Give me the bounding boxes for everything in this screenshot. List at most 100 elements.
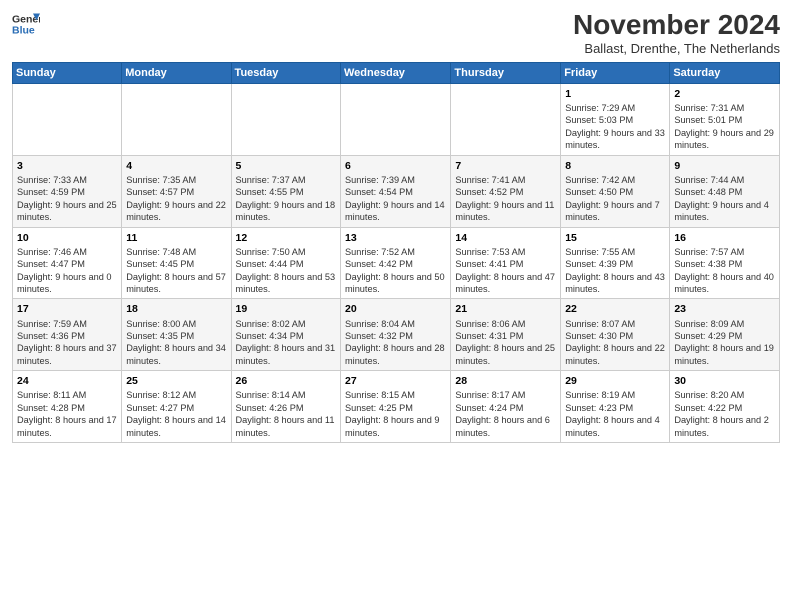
calendar-cell-3-6: 23 Sunrise: 8:09 AMSunset: 4:29 PMDayligh… bbox=[670, 299, 780, 371]
day-info: Sunrise: 7:55 AMSunset: 4:39 PMDaylight:… bbox=[565, 246, 665, 296]
logo: General Blue bbox=[12, 10, 40, 38]
calendar-cell-4-1: 25Sunrise: 8:12 AMSunset: 4:27 PMDayligh… bbox=[122, 371, 231, 443]
day-info: Sunrise: 8:06 AMSunset: 4:31 PMDaylight:… bbox=[455, 318, 556, 368]
calendar-cell-4-2: 26Sunrise: 8:14 AMSunset: 4:26 PMDayligh… bbox=[231, 371, 340, 443]
day-number: 29 bbox=[565, 374, 665, 388]
day-number: 4 bbox=[126, 159, 226, 173]
calendar-cell-3-0: 17 Sunrise: 7:59 AMSunset: 4:36 PMDayligh… bbox=[13, 299, 122, 371]
logo-icon: General Blue bbox=[12, 10, 40, 38]
day-info: Sunrise: 8:00 AMSunset: 4:35 PMDaylight:… bbox=[126, 318, 226, 368]
day-info: Sunrise: 7:59 AMSunset: 4:36 PMDaylight:… bbox=[17, 318, 117, 368]
header-thursday: Thursday bbox=[451, 62, 561, 83]
day-info: Sunrise: 7:50 AMSunset: 4:44 PMDaylight:… bbox=[236, 246, 336, 296]
day-info: Sunrise: 7:41 AMSunset: 4:52 PMDaylight:… bbox=[455, 174, 556, 224]
page: General Blue November 2024 Ballast, Dren… bbox=[0, 0, 792, 612]
calendar-cell-1-2: 5Sunrise: 7:37 AMSunset: 4:55 PMDaylight… bbox=[231, 155, 340, 227]
day-info: Sunrise: 7:53 AMSunset: 4:41 PMDaylight:… bbox=[455, 246, 556, 296]
week-row-1: 1Sunrise: 7:29 AMSunset: 5:03 PMDaylight… bbox=[13, 83, 780, 155]
day-info: Sunrise: 8:02 AMSunset: 4:34 PMDaylight:… bbox=[236, 318, 336, 368]
calendar-cell-3-5: 22Sunrise: 8:07 AMSunset: 4:30 PMDayligh… bbox=[561, 299, 670, 371]
header-monday: Monday bbox=[122, 62, 231, 83]
calendar-cell-2-5: 15Sunrise: 7:55 AMSunset: 4:39 PMDayligh… bbox=[561, 227, 670, 299]
calendar-cell-2-0: 10Sunrise: 7:46 AMSunset: 4:47 PMDayligh… bbox=[13, 227, 122, 299]
day-number: 15 bbox=[565, 231, 665, 245]
day-number: 7 bbox=[455, 159, 556, 173]
calendar-cell-1-5: 8Sunrise: 7:42 AMSunset: 4:50 PMDaylight… bbox=[561, 155, 670, 227]
calendar-cell-0-3 bbox=[341, 83, 451, 155]
day-info: Sunrise: 8:15 AMSunset: 4:25 PMDaylight:… bbox=[345, 389, 446, 439]
week-row-4: 17 Sunrise: 7:59 AMSunset: 4:36 PMDayligh… bbox=[13, 299, 780, 371]
header: General Blue November 2024 Ballast, Dren… bbox=[12, 10, 780, 56]
calendar-cell-4-5: 29Sunrise: 8:19 AMSunset: 4:23 PMDayligh… bbox=[561, 371, 670, 443]
header-saturday: Saturday bbox=[670, 62, 780, 83]
day-info: Sunrise: 8:20 AMSunset: 4:22 PMDaylight:… bbox=[674, 389, 775, 439]
calendar-cell-0-4 bbox=[451, 83, 561, 155]
day-number: 5 bbox=[236, 159, 336, 173]
day-number: 27 bbox=[345, 374, 446, 388]
day-number: 26 bbox=[236, 374, 336, 388]
location-title: Ballast, Drenthe, The Netherlands bbox=[573, 41, 780, 56]
day-info: Sunrise: 8:14 AMSunset: 4:26 PMDaylight:… bbox=[236, 389, 336, 439]
calendar-cell-3-2: 19 Sunrise: 8:02 AMSunset: 4:34 PMDayligh… bbox=[231, 299, 340, 371]
calendar-cell-3-1: 18 Sunrise: 8:00 AMSunset: 4:35 PMDayligh… bbox=[122, 299, 231, 371]
calendar-cell-4-4: 28Sunrise: 8:17 AMSunset: 4:24 PMDayligh… bbox=[451, 371, 561, 443]
day-info: Sunrise: 7:31 AMSunset: 5:01 PMDaylight:… bbox=[674, 102, 775, 152]
month-title: November 2024 bbox=[573, 10, 780, 41]
calendar-cell-3-4: 21 Sunrise: 8:06 AMSunset: 4:31 PMDayligh… bbox=[451, 299, 561, 371]
day-number: 19 bbox=[236, 302, 336, 316]
calendar-cell-0-1 bbox=[122, 83, 231, 155]
calendar-cell-1-3: 6Sunrise: 7:39 AMSunset: 4:54 PMDaylight… bbox=[341, 155, 451, 227]
day-info: Sunrise: 7:42 AMSunset: 4:50 PMDaylight:… bbox=[565, 174, 665, 224]
day-info: Sunrise: 8:04 AMSunset: 4:32 PMDaylight:… bbox=[345, 318, 446, 368]
day-number: 24 bbox=[17, 374, 117, 388]
calendar-cell-2-2: 12Sunrise: 7:50 AMSunset: 4:44 PMDayligh… bbox=[231, 227, 340, 299]
calendar-cell-0-0 bbox=[13, 83, 122, 155]
day-info: Sunrise: 8:07 AMSunset: 4:30 PMDaylight:… bbox=[565, 318, 665, 368]
header-friday: Friday bbox=[561, 62, 670, 83]
calendar-cell-2-1: 11Sunrise: 7:48 AMSunset: 4:45 PMDayligh… bbox=[122, 227, 231, 299]
day-number: 12 bbox=[236, 231, 336, 245]
day-number: 2 bbox=[674, 87, 775, 101]
day-number: 11 bbox=[126, 231, 226, 245]
day-number: 10 bbox=[17, 231, 117, 245]
calendar-table: Sunday Monday Tuesday Wednesday Thursday… bbox=[12, 62, 780, 443]
title-block: November 2024 Ballast, Drenthe, The Neth… bbox=[573, 10, 780, 56]
svg-text:Blue: Blue bbox=[12, 25, 35, 37]
header-tuesday: Tuesday bbox=[231, 62, 340, 83]
day-info: Sunrise: 7:39 AMSunset: 4:54 PMDaylight:… bbox=[345, 174, 446, 224]
day-number: 8 bbox=[565, 159, 665, 173]
day-info: Sunrise: 8:09 AMSunset: 4:29 PMDaylight:… bbox=[674, 318, 775, 368]
header-wednesday: Wednesday bbox=[341, 62, 451, 83]
day-number: 9 bbox=[674, 159, 775, 173]
day-number: 17 bbox=[17, 302, 117, 316]
day-number: 13 bbox=[345, 231, 446, 245]
weekday-header-row: Sunday Monday Tuesday Wednesday Thursday… bbox=[13, 62, 780, 83]
calendar-cell-4-6: 30Sunrise: 8:20 AMSunset: 4:22 PMDayligh… bbox=[670, 371, 780, 443]
calendar-cell-4-0: 24Sunrise: 8:11 AMSunset: 4:28 PMDayligh… bbox=[13, 371, 122, 443]
calendar-cell-1-0: 3Sunrise: 7:33 AMSunset: 4:59 PMDaylight… bbox=[13, 155, 122, 227]
calendar-cell-2-3: 13Sunrise: 7:52 AMSunset: 4:42 PMDayligh… bbox=[341, 227, 451, 299]
day-info: Sunrise: 8:12 AMSunset: 4:27 PMDaylight:… bbox=[126, 389, 226, 439]
day-number: 21 bbox=[455, 302, 556, 316]
calendar-cell-1-6: 9Sunrise: 7:44 AMSunset: 4:48 PMDaylight… bbox=[670, 155, 780, 227]
day-number: 1 bbox=[565, 87, 665, 101]
day-number: 18 bbox=[126, 302, 226, 316]
calendar-cell-1-1: 4Sunrise: 7:35 AMSunset: 4:57 PMDaylight… bbox=[122, 155, 231, 227]
day-info: Sunrise: 8:17 AMSunset: 4:24 PMDaylight:… bbox=[455, 389, 556, 439]
calendar-cell-1-4: 7Sunrise: 7:41 AMSunset: 4:52 PMDaylight… bbox=[451, 155, 561, 227]
day-info: Sunrise: 7:44 AMSunset: 4:48 PMDaylight:… bbox=[674, 174, 775, 224]
day-number: 25 bbox=[126, 374, 226, 388]
week-row-2: 3Sunrise: 7:33 AMSunset: 4:59 PMDaylight… bbox=[13, 155, 780, 227]
day-number: 14 bbox=[455, 231, 556, 245]
calendar-cell-3-3: 20 Sunrise: 8:04 AMSunset: 4:32 PMDayligh… bbox=[341, 299, 451, 371]
day-number: 3 bbox=[17, 159, 117, 173]
day-number: 28 bbox=[455, 374, 556, 388]
day-number: 6 bbox=[345, 159, 446, 173]
day-info: Sunrise: 7:37 AMSunset: 4:55 PMDaylight:… bbox=[236, 174, 336, 224]
day-info: Sunrise: 8:11 AMSunset: 4:28 PMDaylight:… bbox=[17, 389, 117, 439]
day-number: 23 bbox=[674, 302, 775, 316]
header-sunday: Sunday bbox=[13, 62, 122, 83]
day-info: Sunrise: 7:35 AMSunset: 4:57 PMDaylight:… bbox=[126, 174, 226, 224]
day-number: 30 bbox=[674, 374, 775, 388]
day-number: 20 bbox=[345, 302, 446, 316]
